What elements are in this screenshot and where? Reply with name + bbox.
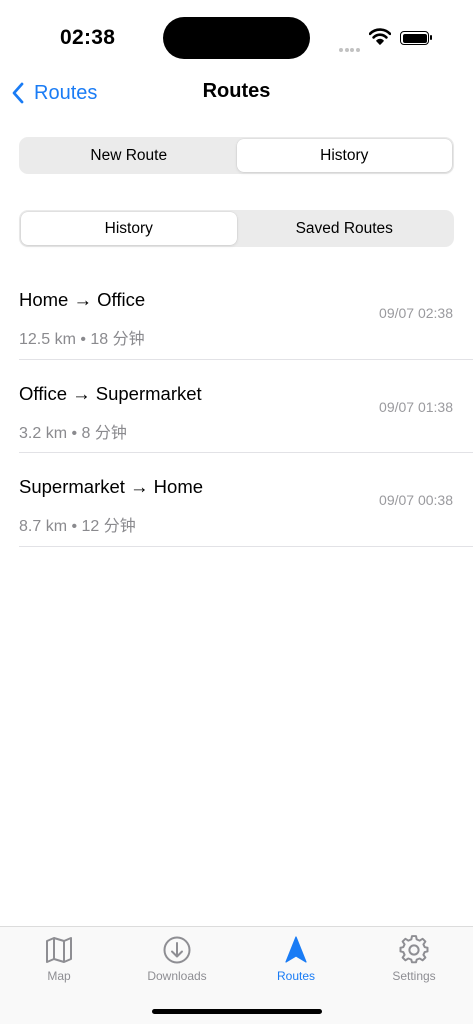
cellular-signal-icon (339, 39, 361, 57)
mode-segmented-control: New Route History (19, 137, 454, 174)
route-name: Home → Office (19, 289, 146, 310)
dynamic-island (163, 17, 310, 59)
route-list-item[interactable]: Supermarket → Home 8.7 km • 12 分钟 09/07 … (0, 453, 473, 547)
tab-label: Settings (392, 969, 436, 983)
segment-new-route[interactable]: New Route (21, 139, 237, 172)
status-time: 02:38 (60, 26, 116, 49)
navigation-bar: Routes Routes (0, 70, 473, 116)
route-timestamp: 09/07 02:38 (379, 305, 453, 321)
navigation-arrow-icon (285, 936, 307, 963)
tab-routes[interactable]: Routes (237, 927, 355, 991)
route-distance-duration: 3.2 km • 8 分钟 (19, 424, 127, 442)
page-title: Routes (202, 80, 271, 102)
wifi-icon (369, 28, 391, 45)
tab-label: Downloads (147, 969, 207, 983)
gear-icon (399, 935, 429, 964)
route-distance-duration: 8.7 km • 12 分钟 (19, 518, 136, 535)
tab-map[interactable]: Map (0, 927, 118, 991)
tab-downloads[interactable]: Downloads (118, 927, 236, 991)
route-name: Office → Supermarket (19, 382, 202, 404)
route-list-item[interactable]: Home → Office 12.5 km • 18 分钟 09/07 02:3… (0, 266, 473, 360)
segment-history-list[interactable]: History (21, 212, 237, 245)
route-name: Supermarket → Home (19, 476, 204, 497)
tab-settings[interactable]: Settings (355, 927, 473, 991)
tab-label: Routes (276, 969, 316, 983)
status-bar: 02:38 (0, 0, 473, 70)
download-icon (163, 936, 191, 964)
battery-icon (400, 31, 432, 45)
home-indicator (152, 1009, 322, 1014)
divider (19, 545, 473, 547)
map-icon (46, 937, 72, 963)
route-list-item[interactable]: Office → Supermarket 3.2 km • 8 分钟 09/07… (0, 360, 473, 453)
route-timestamp: 09/07 01:38 (379, 398, 453, 415)
segment-saved-routes[interactable]: Saved Routes (237, 212, 453, 245)
history-segmented-control: History Saved Routes (19, 210, 454, 247)
route-history-list: Home → Office 12.5 km • 18 分钟 09/07 02:3… (0, 266, 473, 547)
route-timestamp: 09/07 00:38 (379, 492, 453, 508)
route-distance-duration: 12.5 km • 18 分钟 (19, 331, 145, 348)
segment-history[interactable]: History (236, 139, 452, 172)
tab-label: Map (47, 969, 71, 983)
